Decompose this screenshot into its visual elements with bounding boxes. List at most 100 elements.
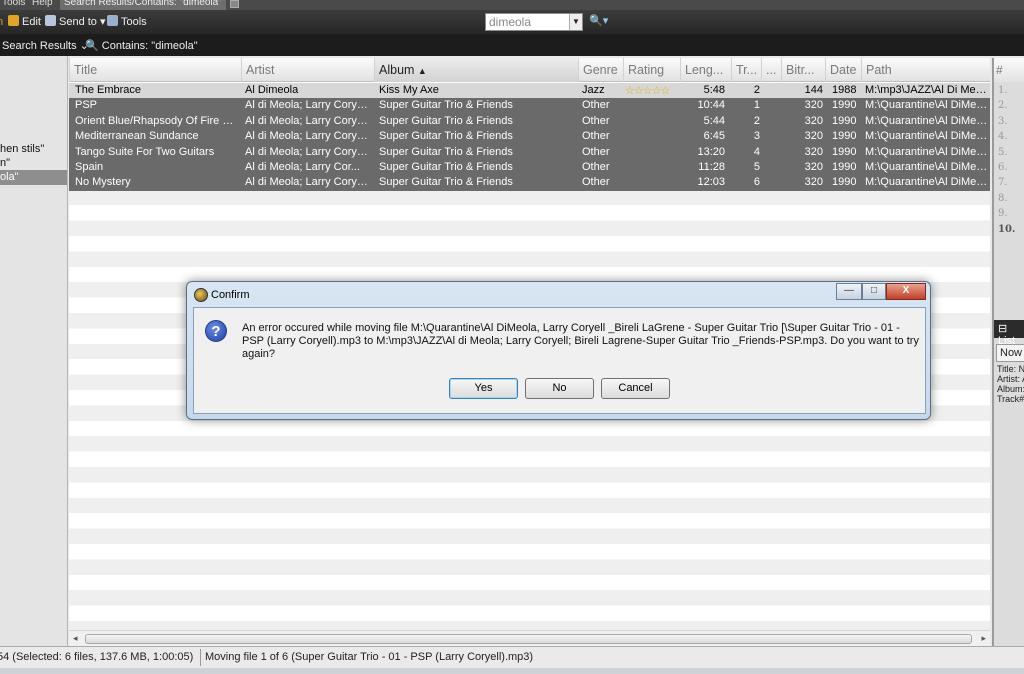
column-length[interactable]: Leng... [680, 58, 731, 82]
cell-title: Orient Blue/Rhapsody Of Fire (M... [75, 114, 237, 127]
info-track: Track# [997, 394, 1024, 404]
tree-panel: hen stils" n" ola" [0, 56, 68, 646]
scroll-left-icon[interactable]: ◂ [73, 633, 78, 644]
cell-bitrate: 320 [804, 176, 823, 189]
horizontal-scrollbar[interactable]: ◂ ▸ [69, 630, 990, 646]
search-input[interactable] [486, 14, 568, 30]
no-button[interactable]: No [525, 378, 594, 399]
cell-album: Kiss My Axe [379, 84, 439, 96]
column-genre[interactable]: Genre [578, 58, 623, 82]
column-album[interactable]: Album ▲ [374, 58, 578, 82]
tree-item[interactable]: hen stils" [0, 142, 44, 157]
app-icon [194, 288, 208, 302]
cell-date: 1990 [832, 161, 857, 173]
dialog-body: ? An error occured while moving file M:\… [193, 307, 926, 414]
cell-path: M:\mp3\JAZZ\Al Di Meol... [865, 84, 988, 96]
breadcrumb-search-results[interactable]: Search Results ⌄ [2, 39, 89, 52]
column-date[interactable]: Date [825, 58, 861, 82]
column-path[interactable]: Path [861, 58, 990, 82]
table-row[interactable]: Mediterranean Sundance Al di Meola; Larry… [69, 129, 990, 144]
number-column-header: # [994, 58, 1024, 82]
cell-genre: Other [582, 145, 610, 158]
tab-close-icon[interactable] [230, 0, 239, 8]
cell-album: Super Guitar Trio & Friends [379, 99, 513, 112]
cancel-button[interactable]: Cancel [601, 378, 670, 399]
info-album: Album: [997, 384, 1024, 394]
cell-date: 1990 [832, 145, 857, 158]
row-number: 4. [998, 131, 1008, 143]
search-go-icon[interactable]: 🔍▾ [589, 14, 608, 27]
row-number: 2. [998, 100, 1008, 112]
menu-tools[interactable]: Tools [2, 0, 25, 8]
cell-length: 5:44 [703, 114, 725, 127]
tools-label: Tools [121, 16, 147, 28]
cell-date: 1990 [832, 99, 857, 112]
tools-icon [107, 15, 118, 26]
table-row[interactable]: The Embrace Al Dimeola Kiss My Axe Jazz ☆☆☆☆… [69, 83, 990, 99]
cell-length: 6:45 [703, 130, 725, 143]
close-button[interactable]: X [886, 283, 926, 300]
cell-genre: Other [582, 130, 610, 143]
table-row[interactable]: Tango Suite For Two Guitars Al di Meola; … [69, 145, 990, 160]
scrollbar-thumb[interactable] [85, 634, 972, 644]
toolbar-clipped-icon: n [0, 15, 3, 29]
column-album-label: Album [379, 63, 415, 77]
cell-genre: Other [582, 114, 610, 127]
menu-bar: Tools Help Search Results/Contains: "dim… [0, 0, 1024, 10]
status-progress: Moving file 1 of 6 (Super Guitar Trio - … [200, 649, 1020, 666]
breadcrumb-contains[interactable]: 🔍 Contains: "dimeola" [85, 39, 198, 52]
menu-help[interactable]: Help [32, 0, 53, 8]
tab-list[interactable]: ⊟ List [994, 320, 1024, 347]
search-dropdown-icon[interactable]: ▼ [569, 14, 582, 30]
row-number: 1. [998, 85, 1008, 96]
cell-bitrate: 320 [804, 130, 823, 143]
cell-artist: Al di Meola; Larry Coryell... [245, 114, 370, 127]
maximize-button[interactable]: □ [862, 283, 886, 300]
column-artist[interactable]: Artist [241, 58, 374, 82]
cell-length: 11:28 [698, 161, 725, 173]
yes-button[interactable]: Yes [449, 378, 518, 399]
question-icon: ? [205, 320, 227, 342]
cell-title: PSP [75, 99, 98, 112]
table-row[interactable]: Spain Al di Meola; Larry Cor... Super Guit… [69, 160, 990, 175]
cell-album: Super Guitar Trio & Friends [379, 176, 513, 189]
table-row[interactable]: PSP Al di Meola; Larry Coryell... Super Gu… [69, 98, 990, 113]
row-number: 5. [998, 146, 1008, 158]
column-title[interactable]: Title [69, 58, 241, 82]
cell-title: No Mystery [75, 176, 131, 189]
dialog-message: An error occured while moving file M:\Qu… [242, 322, 919, 360]
column-extra[interactable]: ... [761, 58, 781, 82]
scroll-right-icon[interactable]: ▸ [981, 633, 986, 644]
sort-ascending-icon: ▲ [417, 66, 427, 76]
tools-button[interactable]: Tools [107, 15, 147, 29]
cell-bitrate: 144 [804, 84, 823, 96]
cell-track: 6 [753, 176, 760, 189]
status-selection: 54 (Selected: 6 files, 137.6 MB, 1:00:05… [0, 651, 194, 663]
cell-artist: Al Dimeola [245, 84, 299, 96]
cell-album: Super Guitar Trio & Friends [379, 161, 513, 173]
send-to-button[interactable]: Send to ▾ [45, 15, 106, 29]
column-rating[interactable]: Rating [623, 58, 680, 82]
column-track[interactable]: Tr... [731, 58, 761, 82]
minimize-button[interactable]: — [836, 283, 862, 300]
cell-album: Super Guitar Trio & Friends [379, 114, 513, 127]
column-bitrate[interactable]: Bitr... [781, 58, 825, 82]
cell-track: 5 [753, 161, 760, 173]
cell-track: 2 [753, 84, 760, 96]
track-rows: The Embrace Al Dimeola Kiss My Axe Jazz ☆☆☆☆… [69, 83, 990, 191]
cell-length: 12:03 [697, 176, 725, 189]
table-row[interactable]: Orient Blue/Rhapsody Of Fire (M... Al di … [69, 114, 990, 129]
tree-item-selected[interactable]: ola" [0, 170, 67, 185]
tab-now-playing[interactable]: Now P [996, 344, 1024, 362]
tab-search-results[interactable]: Search Results/Contains: "dimeola" [60, 0, 226, 10]
edit-icon [8, 15, 19, 26]
table-row[interactable]: No Mystery Al di Meola; Larry Coryell... S… [69, 175, 990, 190]
search-box[interactable]: ▼ [485, 13, 583, 31]
cell-title: Tango Suite For Two Guitars [75, 145, 215, 158]
cell-date: 1988 [832, 84, 857, 96]
edit-button[interactable]: Edit [8, 15, 41, 29]
tree-item[interactable]: n" [0, 156, 10, 171]
row-number: 8. [998, 192, 1008, 204]
edit-label: Edit [22, 16, 41, 28]
cell-date: 1990 [832, 176, 857, 189]
